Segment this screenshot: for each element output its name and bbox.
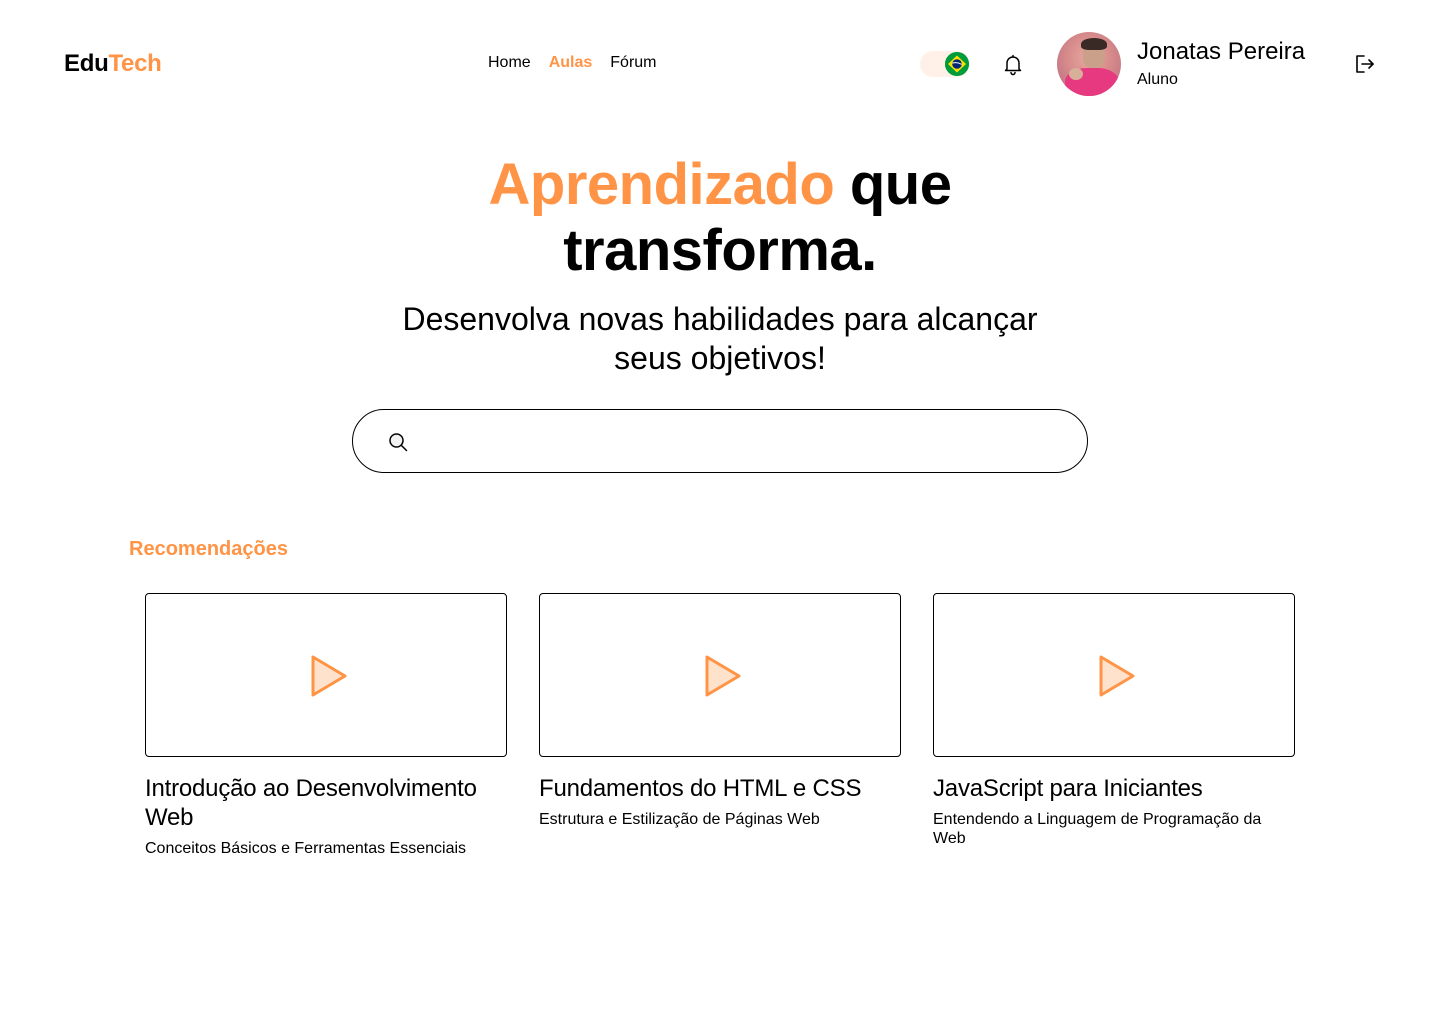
search-icon[interactable] bbox=[386, 430, 410, 454]
page: EduTech Home Aulas Fórum Jonatas Pereira bbox=[0, 0, 1440, 1024]
brazil-flag-icon bbox=[945, 52, 969, 76]
hero-title-line1-rest: que bbox=[834, 152, 952, 217]
hero-title-line2: transforma. bbox=[563, 218, 877, 283]
course-card[interactable]: Introdução ao Desenvolvimento Web Concei… bbox=[145, 593, 507, 858]
hero-title-accent: Aprendizado bbox=[488, 152, 835, 217]
course-title[interactable]: Introdução ao Desenvolvimento Web bbox=[145, 774, 507, 832]
logo-text-accent: Tech bbox=[108, 50, 162, 77]
recommendations-title: Recomendações bbox=[129, 538, 288, 560]
video-thumbnail[interactable] bbox=[145, 593, 507, 757]
nav-item-forum[interactable]: Fórum bbox=[610, 54, 656, 72]
play-icon[interactable] bbox=[1097, 654, 1137, 698]
logo[interactable]: EduTech bbox=[64, 50, 162, 78]
main-nav: Home Aulas Fórum bbox=[488, 54, 657, 72]
video-thumbnail[interactable] bbox=[539, 593, 901, 757]
language-toggle[interactable] bbox=[920, 51, 970, 77]
logo-text-primary: Edu bbox=[64, 50, 109, 77]
avatar[interactable] bbox=[1057, 32, 1121, 96]
hero-title: Aprendizado que transforma. bbox=[0, 152, 1440, 284]
user-name: Jonatas Pereira bbox=[1137, 38, 1306, 65]
nav-item-aulas[interactable]: Aulas bbox=[549, 54, 593, 72]
recommendations-list: Introdução ao Desenvolvimento Web Concei… bbox=[145, 593, 1295, 858]
course-card[interactable]: JavaScript para Iniciantes Entendendo a … bbox=[933, 593, 1295, 858]
course-subtitle: Estrutura e Estilização de Páginas Web bbox=[539, 811, 820, 828]
course-title[interactable]: Fundamentos do HTML e CSS bbox=[539, 774, 901, 803]
nav-item-home[interactable]: Home bbox=[488, 54, 531, 72]
course-subtitle: Conceitos Básicos e Ferramentas Essencia… bbox=[145, 840, 467, 857]
notification-bell-icon[interactable] bbox=[1001, 52, 1025, 76]
logout-icon[interactable] bbox=[1353, 52, 1377, 76]
search-bar[interactable] bbox=[352, 409, 1088, 473]
hero-subtitle: Desenvolva novas habilidades para alcanç… bbox=[402, 301, 1038, 376]
course-title[interactable]: JavaScript para Iniciantes bbox=[933, 774, 1295, 803]
play-icon[interactable] bbox=[703, 654, 743, 698]
video-thumbnail[interactable] bbox=[933, 593, 1295, 757]
course-subtitle: Entendendo a Linguagem de Programação da… bbox=[933, 811, 1262, 847]
user-role: Aluno bbox=[1137, 71, 1178, 88]
search-input[interactable] bbox=[425, 422, 1055, 462]
course-card[interactable]: Fundamentos do HTML e CSS Estrutura e Es… bbox=[539, 593, 901, 858]
play-icon[interactable] bbox=[309, 654, 349, 698]
